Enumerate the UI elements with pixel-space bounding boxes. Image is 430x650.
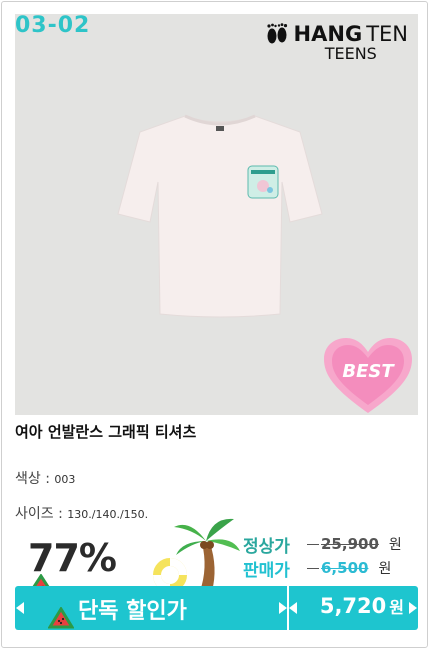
watermelon-icon <box>48 607 74 629</box>
size-label: 사이즈 : <box>15 506 68 522</box>
tshirt-illustration <box>117 114 323 318</box>
sale-price-currency: 원 <box>378 561 392 577</box>
product-code: 03-02 <box>15 14 91 38</box>
exclusive-price-value: 5,720 원 <box>320 594 404 618</box>
brand-subline: TEENS <box>324 44 377 63</box>
price-block: 정상가 25,900 원 판매가 6,500 원 <box>243 532 423 581</box>
size-row: 사이즈 : 130./140./150. <box>15 503 148 523</box>
regular-price-currency: 원 <box>388 537 402 553</box>
product-card[interactable]: 03-02 HANG TEN TEENS BEST 여아 언발란스 그래픽 티셔… <box>1 1 428 648</box>
footprint-logo-icon <box>266 23 287 44</box>
regular-price-row: 정상가 25,900 원 <box>243 532 423 557</box>
sale-price-label: 판매가 <box>243 560 290 581</box>
color-row: 색상 : 003 <box>15 468 75 488</box>
exclusive-price-bar[interactable]: 단독 할인가 5,720 원 <box>15 586 418 630</box>
brand-name: HANG <box>293 22 363 46</box>
sale-price-value: 6,500 <box>306 559 369 577</box>
final-price-currency: 원 <box>389 598 404 617</box>
final-price-amount: 5,720 <box>319 594 387 618</box>
regular-price-label: 정상가 <box>243 536 290 557</box>
regular-price-value: 25,900 <box>307 535 379 553</box>
product-image[interactable]: 03-02 HANG TEN TEENS BEST <box>15 14 418 415</box>
best-badge-label: BEST <box>342 361 394 382</box>
brand-logo: HANG TEN TEENS <box>264 22 408 63</box>
color-label: 색상 : <box>15 471 55 487</box>
brand-name-suffix: TEN <box>366 22 408 46</box>
exclusive-price-label: 단독 할인가 <box>78 599 187 624</box>
size-value: 130./140./150. <box>67 508 149 521</box>
product-title[interactable]: 여아 언발란스 그래픽 티셔츠 <box>15 421 196 442</box>
color-value: 003 <box>54 473 76 486</box>
sale-price-row: 판매가 6,500 원 <box>243 556 423 581</box>
